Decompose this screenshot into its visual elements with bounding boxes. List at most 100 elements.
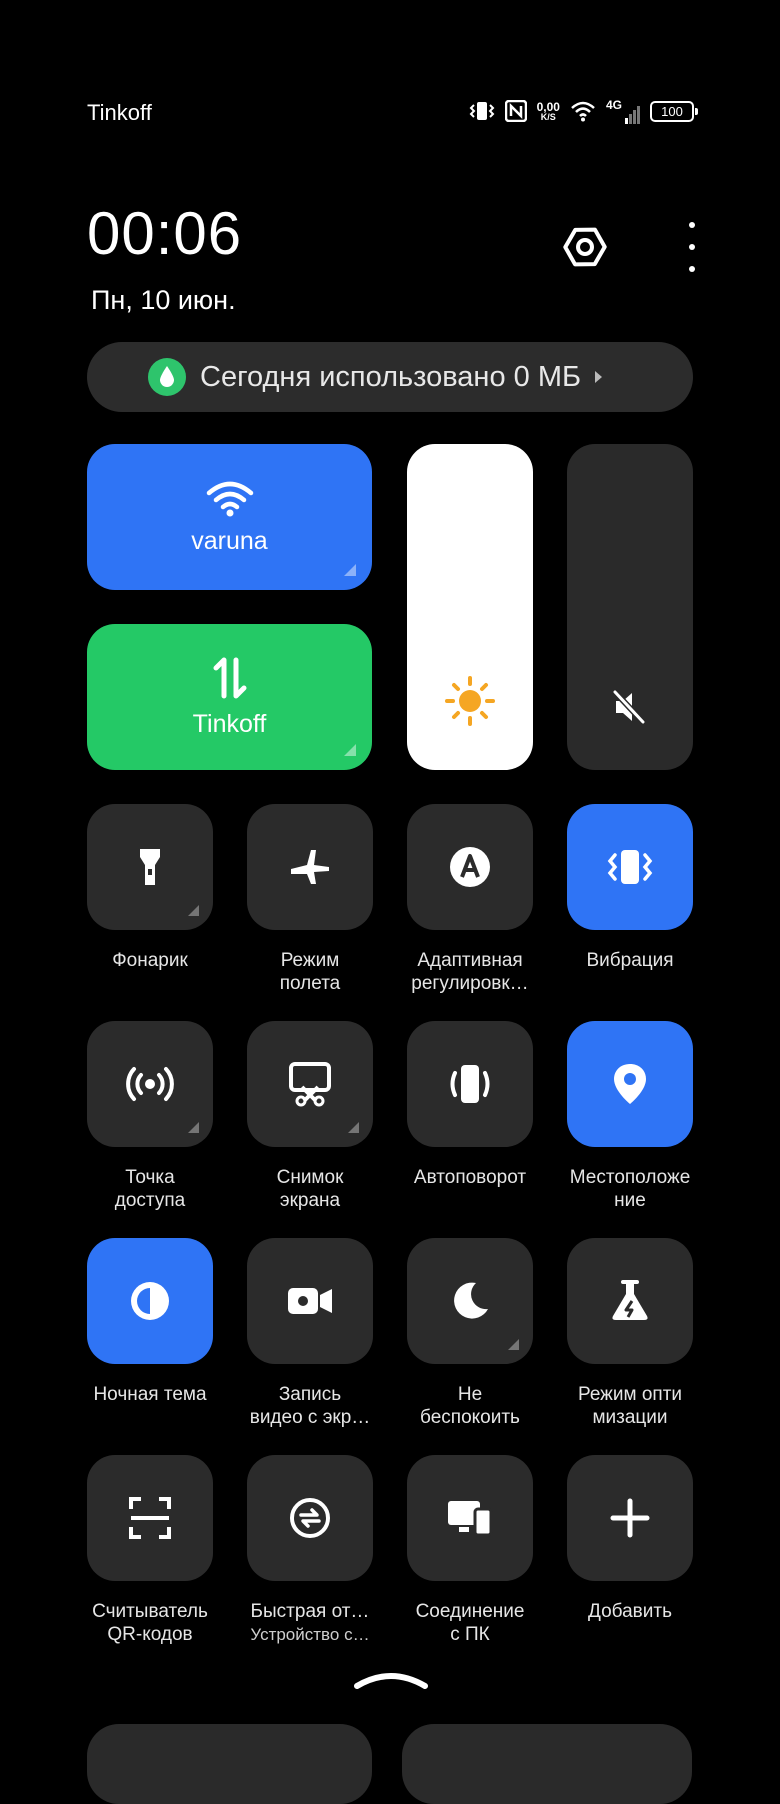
wifi-icon <box>206 481 253 516</box>
dark-mode-icon <box>127 1278 173 1324</box>
mobile-carrier-name: Tinkoff <box>192 709 267 738</box>
status-icons: 0,00 K/S 4G 100 <box>469 98 698 124</box>
wifi-network-name: varuna <box>191 526 268 555</box>
tile-dark-mode[interactable] <box>87 1238 213 1364</box>
tile-auto-brightness[interactable] <box>407 804 533 930</box>
auto-rotate-icon <box>447 1061 493 1107</box>
expand-indicator <box>188 905 199 916</box>
data-usage-banner[interactable]: Сегодня использовано 0 МБ <box>87 342 693 412</box>
expand-indicator <box>344 744 356 756</box>
tile-label-line1: Считыватель <box>92 1601 208 1622</box>
vibrate-icon <box>605 847 655 887</box>
dot <box>689 222 695 228</box>
nfc-icon <box>504 98 527 124</box>
tile-label-line2: ние <box>614 1190 646 1211</box>
expand-indicator <box>188 1122 199 1133</box>
tile-label: Снимок экрана <box>225 1166 395 1212</box>
tile-label-line1: Не <box>457 1384 483 1405</box>
tile-label: Режим полета <box>225 949 395 995</box>
media-card[interactable] <box>87 1724 372 1804</box>
chevron-right-icon <box>595 371 603 383</box>
tile-label-line1: Точка <box>125 1167 175 1188</box>
wifi-icon <box>570 98 596 124</box>
tile-label-line1: Режим <box>280 950 340 971</box>
tile-label-line1: Быстрая от… <box>250 1601 370 1622</box>
data-drop-icon <box>148 358 186 396</box>
optimization-mode-icon <box>608 1278 652 1324</box>
collapse-chevron-icon[interactable] <box>352 1670 430 1690</box>
tile-location[interactable] <box>567 1021 693 1147</box>
location-icon <box>610 1061 650 1107</box>
mobile-data-tile[interactable]: Tinkoff <box>87 624 372 770</box>
screen-record-icon <box>285 1281 335 1321</box>
tile-pc-connect[interactable] <box>407 1455 533 1581</box>
tile-optimization-mode[interactable] <box>567 1238 693 1364</box>
tile-hotspot[interactable] <box>87 1021 213 1147</box>
clock[interactable]: 00:06 <box>87 204 242 264</box>
add-icon <box>609 1497 651 1539</box>
tile-label-line1: Снимок <box>276 1167 344 1188</box>
sun-icon <box>444 675 496 732</box>
tile-label: Адаптивная регулировк… <box>385 949 555 995</box>
expand-indicator <box>508 1339 519 1350</box>
more-options-button[interactable] <box>680 222 704 272</box>
tile-label-line2: мизации <box>592 1407 668 1428</box>
tile-label-line2: с ПК <box>450 1624 490 1645</box>
mobile-data-icon <box>213 657 246 698</box>
tile-label-line1: Фонарик <box>112 950 188 971</box>
cellular-signal-icon: 4G <box>606 98 640 124</box>
tile-label-line1: Автоповорот <box>413 1167 527 1188</box>
settings-button[interactable] <box>560 222 610 272</box>
speed-value: 0,00 <box>536 99 560 114</box>
battery-level: 100 <box>661 103 683 119</box>
tile-label: Считыватель QR-кодов <box>65 1600 235 1646</box>
tile-label-line2: полета <box>279 973 341 994</box>
volume-slider[interactable] <box>567 444 693 770</box>
tile-label: Соединение с ПК <box>385 1600 555 1646</box>
network-speed: 0,00 K/S <box>537 98 560 124</box>
tile-label-line1: Ночная тема <box>93 1384 207 1405</box>
tile-qr-scanner[interactable] <box>87 1455 213 1581</box>
speed-unit: K/S <box>540 111 556 122</box>
dot <box>689 244 695 250</box>
tile-label: Фонарик <box>65 949 235 972</box>
quick-share-icon <box>287 1495 333 1541</box>
tile-label: Ночная тема <box>65 1383 235 1406</box>
tile-label-line2: доступа <box>114 1190 186 1211</box>
flashlight-icon <box>130 845 170 889</box>
tile-airplane[interactable] <box>247 804 373 930</box>
gear-icon <box>563 227 607 267</box>
qr-scanner-icon <box>127 1495 173 1541</box>
status-carrier: Tinkoff <box>87 100 152 125</box>
date[interactable]: Пн, 10 июн. <box>91 285 236 316</box>
tile-quick-share[interactable] <box>247 1455 373 1581</box>
tile-add[interactable] <box>567 1455 693 1581</box>
tile-label: Режим опти мизации <box>545 1383 715 1429</box>
brightness-slider[interactable] <box>407 444 533 770</box>
expand-indicator <box>348 1122 359 1133</box>
tile-screenshot[interactable] <box>247 1021 373 1147</box>
auto-brightness-icon <box>447 844 493 890</box>
tile-label-line1: Запись <box>278 1384 342 1405</box>
battery-icon: 100 <box>650 100 698 122</box>
tile-label-line1: Соединение <box>415 1601 525 1622</box>
tile-label: Местоположе ние <box>545 1166 715 1212</box>
tile-do-not-disturb[interactable] <box>407 1238 533 1364</box>
tile-label: Автоповорот <box>385 1166 555 1189</box>
tile-label: Вибрация <box>545 949 715 972</box>
wifi-tile[interactable]: varuna <box>87 444 372 590</box>
tile-screen-record[interactable] <box>247 1238 373 1364</box>
hotspot-icon <box>124 1064 176 1104</box>
data-usage-text: Сегодня использовано 0 МБ <box>200 360 582 393</box>
tile-auto-rotate[interactable] <box>407 1021 533 1147</box>
tile-label-line1: Местоположе <box>569 1167 691 1188</box>
device-card[interactable] <box>402 1724 692 1804</box>
tile-label-line1: Вибрация <box>586 950 674 971</box>
tile-label-line2: QR-кодов <box>107 1624 193 1645</box>
expand-indicator <box>344 564 356 576</box>
tile-label-line2: регулировк… <box>411 973 529 994</box>
mute-icon <box>610 687 650 732</box>
tile-vibrate[interactable] <box>567 804 693 930</box>
tile-label-line1: Адаптивная <box>417 950 523 971</box>
tile-flashlight[interactable] <box>87 804 213 930</box>
